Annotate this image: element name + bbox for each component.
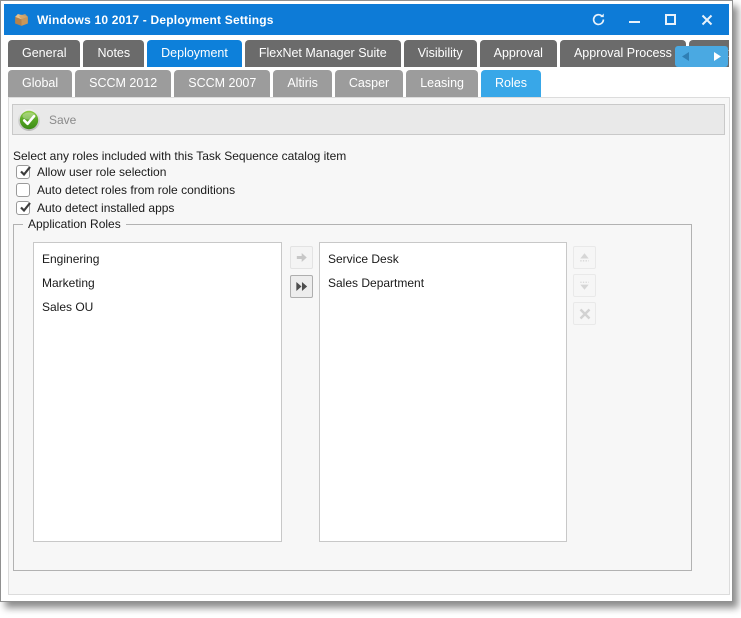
titlebar: Windows 10 2017 - Deployment Settings — [4, 4, 729, 35]
selected-roles-listbox[interactable]: Service Desk Sales Department — [319, 242, 567, 542]
close-button[interactable] — [699, 12, 714, 27]
list-item[interactable]: Sales OU — [34, 295, 281, 319]
checkbox-allow-user-role-selection[interactable]: Allow user role selection — [16, 165, 166, 179]
primary-tab-bar: General Notes Deployment FlexNet Manager… — [8, 40, 729, 67]
tab-leasing[interactable]: Leasing — [406, 70, 478, 97]
save-icon — [17, 108, 41, 132]
list-item[interactable]: Service Desk — [320, 247, 566, 271]
save-button-label: Save — [49, 113, 76, 127]
save-button[interactable]: Save — [12, 104, 725, 135]
list-item[interactable]: Marketing — [34, 271, 281, 295]
package-icon — [13, 11, 30, 28]
tab-scroll-left-icon[interactable] — [682, 52, 689, 61]
move-down-icon — [577, 278, 592, 293]
tab-flexnet-manager-suite[interactable]: FlexNet Manager Suite — [245, 40, 401, 67]
checkbox-auto-detect-installed-apps[interactable]: Auto detect installed apps — [16, 201, 174, 215]
delete-icon — [578, 307, 592, 321]
checkmark-icon — [18, 164, 33, 179]
tab-casper[interactable]: Casper — [335, 70, 403, 97]
order-buttons — [573, 246, 596, 325]
checkbox-box-unchecked — [16, 183, 30, 197]
checkmark-icon — [18, 200, 33, 215]
move-right-button[interactable] — [290, 246, 313, 269]
tab-global[interactable]: Global — [8, 70, 72, 97]
right-arrow-icon — [294, 250, 309, 265]
tab-sccm-2007[interactable]: SCCM 2007 — [174, 70, 270, 97]
tab-approval[interactable]: Approval — [480, 40, 557, 67]
tab-altiris[interactable]: Altiris — [273, 70, 332, 97]
selected-roles-list: Service Desk Sales Department — [320, 243, 566, 295]
maximize-icon — [665, 14, 676, 25]
tab-approval-process[interactable]: Approval Process — [560, 40, 686, 67]
checkbox-box-checked — [16, 201, 30, 215]
checkbox-box-checked — [16, 165, 30, 179]
refresh-button[interactable] — [591, 12, 606, 27]
roles-instruction-text: Select any roles included with this Task… — [13, 149, 346, 163]
checkbox-label: Allow user role selection — [37, 165, 166, 179]
transfer-buttons — [290, 246, 313, 298]
checkbox-label: Auto detect installed apps — [37, 201, 174, 215]
roles-tab-panel: Save Select any roles included with this… — [8, 97, 730, 595]
available-roles-list: Enginering Marketing Sales OU — [34, 243, 281, 319]
delete-button[interactable] — [573, 302, 596, 325]
checkbox-label: Auto detect roles from role conditions — [37, 183, 235, 197]
tab-roles[interactable]: Roles — [481, 70, 541, 97]
available-roles-listbox[interactable]: Enginering Marketing Sales OU — [33, 242, 282, 542]
window-title: Windows 10 2017 - Deployment Settings — [37, 13, 274, 27]
checkbox-auto-detect-roles[interactable]: Auto detect roles from role conditions — [16, 183, 235, 197]
refresh-icon — [591, 12, 606, 27]
list-item[interactable]: Sales Department — [320, 271, 566, 295]
tab-scroller — [675, 46, 728, 67]
tab-deployment[interactable]: Deployment — [147, 40, 242, 67]
move-up-button[interactable] — [573, 246, 596, 269]
window-controls — [591, 12, 720, 27]
tab-sccm-2012[interactable]: SCCM 2012 — [75, 70, 171, 97]
double-right-arrow-icon — [294, 279, 309, 294]
move-up-icon — [577, 250, 592, 265]
application-roles-groupbox: Application Roles Enginering Marketing S… — [13, 224, 692, 571]
tab-general[interactable]: General — [8, 40, 80, 67]
deployment-settings-window: Windows 10 2017 - Deployment Settings — [0, 0, 733, 602]
tab-visibility[interactable]: Visibility — [404, 40, 477, 67]
maximize-button[interactable] — [663, 12, 678, 27]
minimize-button[interactable] — [627, 12, 642, 27]
tab-scroll-right-icon[interactable] — [714, 52, 721, 61]
move-all-right-button[interactable] — [290, 275, 313, 298]
move-down-button[interactable] — [573, 274, 596, 297]
groupbox-legend: Application Roles — [23, 217, 126, 231]
tab-notes[interactable]: Notes — [83, 40, 144, 67]
secondary-tab-bar: Global SCCM 2012 SCCM 2007 Altiris Caspe… — [8, 70, 729, 97]
minimize-icon — [629, 21, 640, 23]
close-icon — [701, 14, 713, 26]
list-item[interactable]: Enginering — [34, 247, 281, 271]
